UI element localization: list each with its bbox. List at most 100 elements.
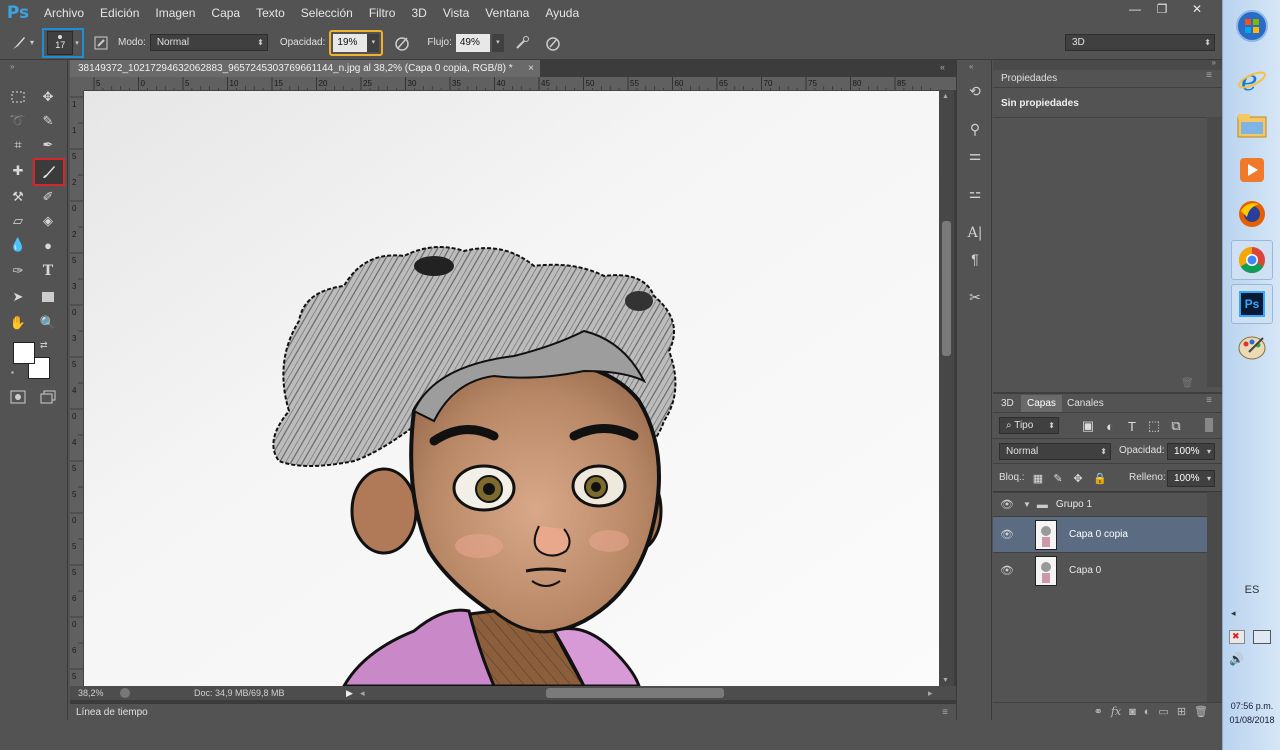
layer-name[interactable]: Grupo 1	[1056, 499, 1092, 510]
adjustment-layer-icon[interactable]: ◐	[1144, 706, 1151, 718]
layer-filter-dropdown[interactable]: ⌕ Tipo ⬍	[999, 417, 1059, 434]
lock-all-icon[interactable]: 🔒	[1089, 467, 1111, 489]
eyedropper-tool-icon[interactable]: ✒	[36, 134, 60, 156]
layer-row-group[interactable]: 👁 ▼ ▬ Grupo 1	[993, 492, 1207, 516]
filter-toggle-switch[interactable]	[1205, 418, 1213, 432]
quick-mask-icon[interactable]	[6, 386, 30, 408]
lasso-tool-icon[interactable]: ➰	[6, 110, 30, 132]
timeline-panel-tab[interactable]: Línea de tiempo ≡	[70, 703, 956, 720]
menu-filtro[interactable]: Filtro	[361, 0, 404, 26]
healing-brush-tool-icon[interactable]: ✚	[6, 160, 30, 182]
marquee-tool-icon[interactable]	[6, 86, 30, 108]
firefox-icon[interactable]	[1231, 194, 1273, 234]
hand-tool-icon[interactable]: ✋	[6, 312, 30, 334]
tab-capas[interactable]: Capas	[1021, 395, 1062, 412]
screen-mode-icon[interactable]	[36, 386, 60, 408]
clone-source-panel-icon[interactable]: ⚍	[963, 182, 987, 204]
tab-3d[interactable]: 3D	[995, 395, 1020, 412]
menu-edicion[interactable]: Edición	[92, 0, 147, 26]
menu-capa[interactable]: Capa	[203, 0, 248, 26]
internet-explorer-icon[interactable]: e	[1231, 60, 1273, 100]
chrome-icon[interactable]	[1231, 240, 1273, 280]
windows-start-icon[interactable]	[1231, 6, 1273, 46]
new-group-icon[interactable]: ▭	[1158, 705, 1168, 718]
filter-smart-object-icon[interactable]: ⧉	[1165, 415, 1187, 437]
airbrush-icon[interactable]	[512, 32, 534, 54]
pressure-size-icon[interactable]	[542, 32, 564, 54]
volume-icon[interactable]: 🔊	[1229, 652, 1244, 666]
zoom-tool-icon[interactable]: 🔍	[36, 312, 60, 334]
eraser-tool-icon[interactable]: ▱	[6, 210, 30, 232]
flow-slider-arrow[interactable]: ▾	[491, 33, 504, 52]
action-center-icon[interactable]: ✖	[1229, 630, 1245, 644]
clock-time[interactable]: 07:56 p.m.	[1223, 701, 1280, 711]
layer-style-icon[interactable]: fx	[1111, 705, 1121, 718]
brush-size-arrow[interactable]: ▾	[75, 39, 79, 47]
opacity-slider-arrow[interactable]: ▾	[367, 33, 380, 52]
menu-imagen[interactable]: Imagen	[147, 0, 203, 26]
pressure-opacity-icon[interactable]	[391, 32, 413, 54]
icon-strip-collapse-icon[interactable]: «	[969, 62, 973, 71]
horizontal-scroll-thumb[interactable]	[546, 688, 724, 698]
opacity-input[interactable]: 19%	[333, 33, 368, 52]
status-menu-arrow[interactable]: ▶	[346, 686, 353, 700]
brush-panel-toggle-icon[interactable]	[90, 32, 112, 54]
layer-name[interactable]: Capa 0 copia	[1069, 529, 1128, 540]
vertical-scrollbar[interactable]: ▲ ▼	[939, 91, 954, 686]
move-tool-icon[interactable]: ✥	[36, 86, 60, 108]
eye-icon[interactable]: 👁	[993, 498, 1021, 511]
network-icon[interactable]	[1253, 630, 1271, 644]
layers-menu-icon[interactable]: ≡	[1206, 395, 1212, 406]
history-panel-icon[interactable]: ⟲	[963, 80, 987, 102]
tab-canales[interactable]: Canales	[1061, 395, 1110, 412]
file-explorer-icon[interactable]	[1231, 106, 1273, 146]
lock-position-icon[interactable]: ✥	[1067, 467, 1089, 489]
dodge-tool-icon[interactable]: ●	[36, 234, 60, 256]
eye-icon[interactable]: 👁	[993, 528, 1021, 541]
scroll-left-arrow[interactable]: ◂	[360, 686, 365, 700]
properties-menu-icon[interactable]: ≡	[1206, 70, 1212, 81]
link-layers-icon[interactable]: ⚭	[1094, 705, 1103, 718]
timeline-menu-icon[interactable]: ≡	[942, 704, 948, 721]
properties-scrollbar[interactable]	[1207, 117, 1222, 387]
tool-presets-panel-icon[interactable]: ✂	[963, 286, 987, 308]
filter-shape-icon[interactable]: ⬚	[1143, 415, 1165, 437]
brush-size-picker[interactable]: 17 ▾	[42, 27, 85, 58]
status-share-icon[interactable]	[120, 688, 130, 698]
history-brush-tool-icon[interactable]: ✐	[36, 186, 60, 208]
zoom-level[interactable]: 38,2%	[78, 686, 104, 700]
menu-texto[interactable]: Texto	[248, 0, 293, 26]
document-area-collapse-icon[interactable]: «	[940, 62, 945, 72]
lock-transparent-icon[interactable]: ▦	[1027, 467, 1049, 489]
adjustments-panel-icon[interactable]: ⚌	[963, 144, 987, 166]
character-panel-icon[interactable]: A|	[963, 222, 987, 244]
tools-panel-collapse-icon[interactable]: »	[10, 62, 14, 71]
add-mask-icon[interactable]: ◙	[1129, 706, 1136, 718]
filter-adjustment-icon[interactable]: ◐	[1099, 415, 1121, 437]
ruler-origin[interactable]	[70, 77, 84, 91]
vertical-scroll-thumb[interactable]	[942, 221, 951, 356]
eye-icon[interactable]: 👁	[993, 564, 1021, 577]
brush-tool-active-highlight[interactable]	[33, 158, 65, 186]
menu-seleccion[interactable]: Selección	[293, 0, 361, 26]
menu-ayuda[interactable]: Ayuda	[537, 0, 587, 26]
layer-blend-mode-dropdown[interactable]: Normal ⬍	[999, 443, 1111, 460]
filter-type-icon[interactable]: T	[1121, 415, 1143, 437]
brush-preset-arrow[interactable]: ▾	[30, 38, 34, 47]
swap-colors-icon[interactable]: ⇄	[40, 340, 48, 351]
clock-date[interactable]: 01/08/2018	[1223, 715, 1280, 725]
show-hidden-icons-icon[interactable]: ◂	[1231, 608, 1236, 619]
layer-opacity-input[interactable]: 100% ▾	[1167, 443, 1215, 460]
layer-row-selected[interactable]: 👁 Capa 0 copia	[993, 516, 1207, 552]
filter-pixel-icon[interactable]: ▣	[1077, 415, 1099, 437]
menu-vista[interactable]: Vista	[435, 0, 477, 26]
paint-icon[interactable]	[1231, 328, 1273, 368]
delete-layer-icon[interactable]: 🗑	[1194, 705, 1208, 718]
workspace-dropdown[interactable]: 3D ⬍	[1065, 34, 1215, 51]
rectangle-tool-icon[interactable]	[36, 286, 60, 308]
properties-collapse-icon[interactable]: »	[1212, 58, 1216, 67]
media-player-icon[interactable]	[1231, 150, 1273, 190]
language-indicator[interactable]: ES	[1223, 584, 1280, 596]
type-tool-icon[interactable]: T	[36, 260, 60, 282]
mode-dropdown[interactable]: Normal ⬍	[149, 34, 268, 51]
